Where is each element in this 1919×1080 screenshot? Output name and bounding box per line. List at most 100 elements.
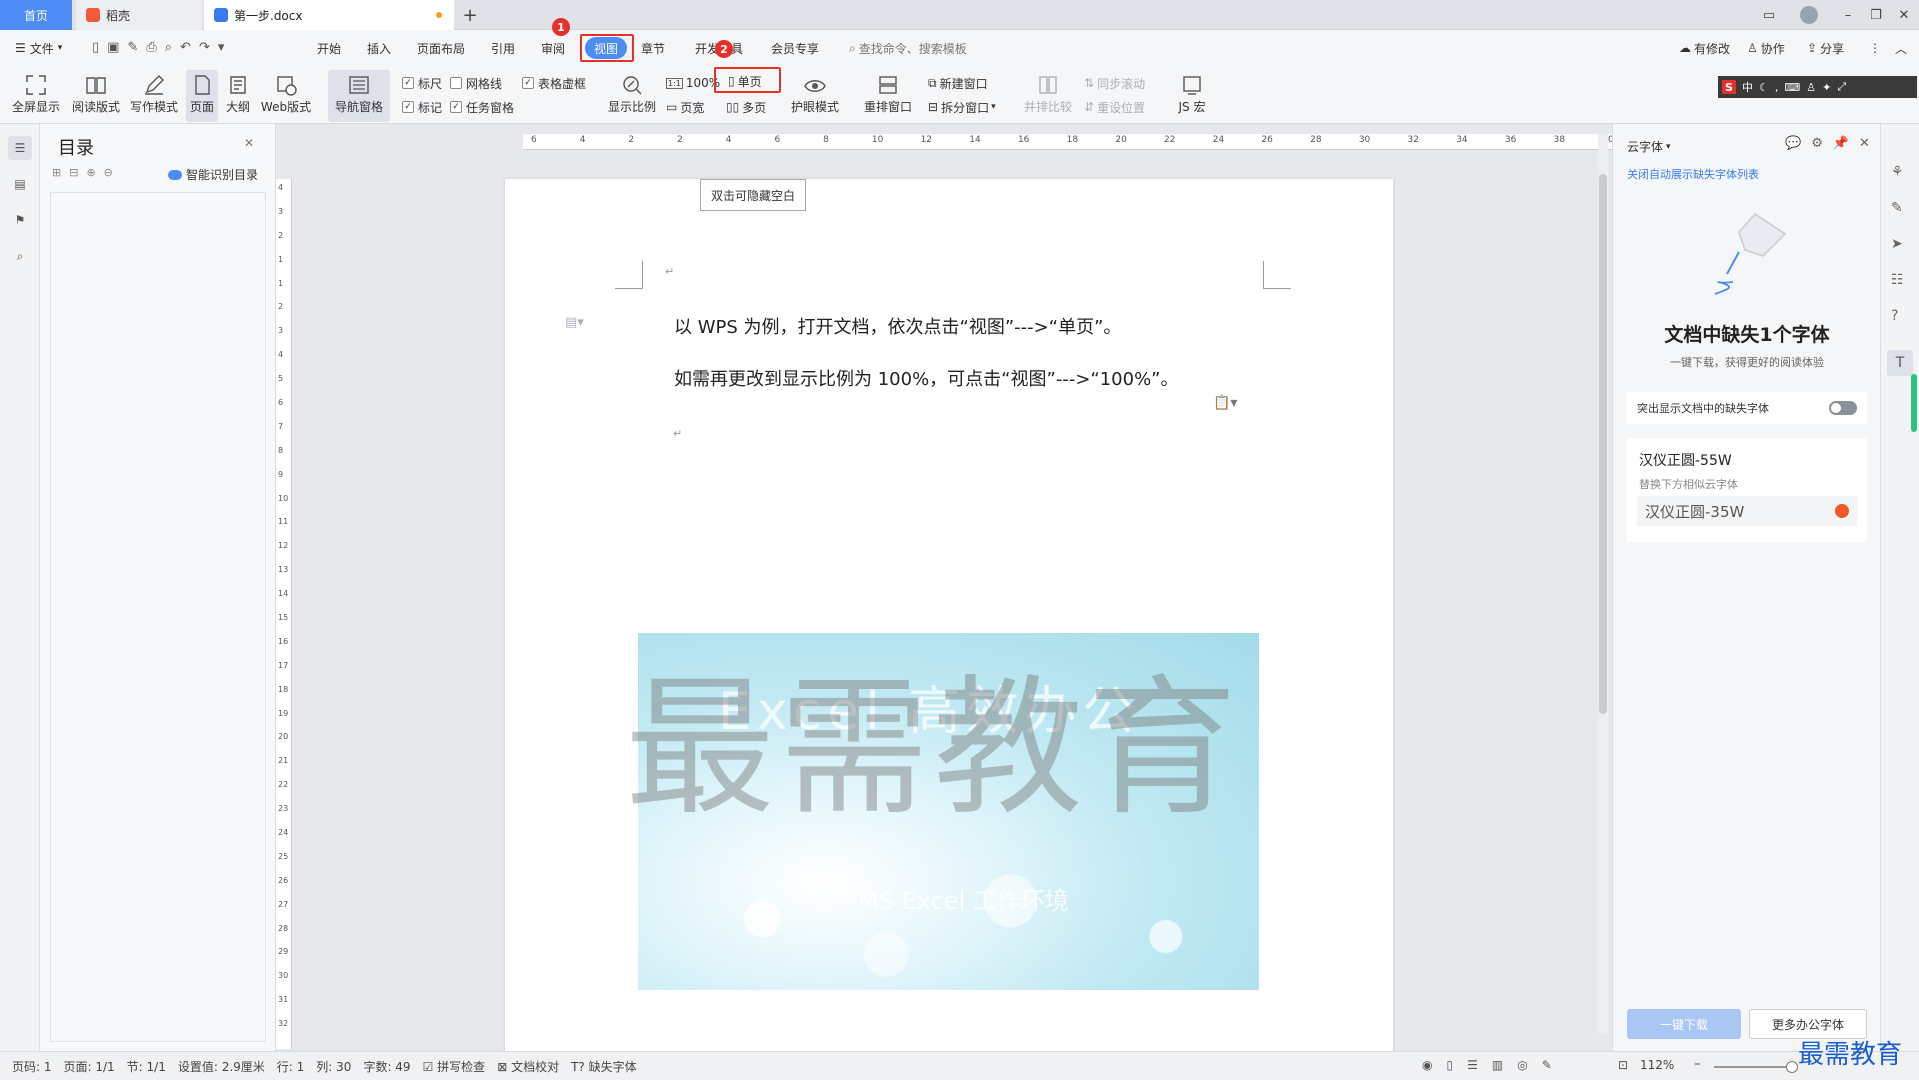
menu-page-layout[interactable]: 页面布局 — [410, 37, 472, 59]
gridlines-checkbox[interactable]: 网格线 — [450, 74, 502, 92]
page-view-icon[interactable]: ▯ — [1446, 1058, 1453, 1072]
writing-mode-button[interactable]: 写作模式 — [128, 72, 180, 115]
horizontal-ruler[interactable]: 6 4 2 2 4 6 8 10 12 14 16 18 20 22 24 26 28 30 32 34 36 38 40 — [523, 134, 1653, 150]
table-gridlines-checkbox[interactable]: ✓ 表格虚框 — [522, 74, 586, 92]
new-tab-button[interactable]: + — [458, 5, 482, 26]
highlight-missing-toggle[interactable] — [1829, 401, 1857, 415]
ruler-checkbox[interactable]: ✓ 标尺 — [402, 74, 442, 92]
vertical-ruler[interactable]: 4 3 2 1 1 2 3 4 5 6 7 8 9 10 11 12 13 14 15 16 17 18 19 20 21 22 2… — [276, 179, 292, 1049]
page-layout-button[interactable]: 页面 — [186, 70, 218, 122]
edit-icon[interactable]: ✎ — [1891, 200, 1903, 216]
cloud-font-header[interactable]: 云字体 ▾ — [1627, 138, 1671, 155]
missing-font-button[interactable]: T? 缺失字体 — [571, 1058, 637, 1075]
doc-proof-button[interactable]: ⊠ 文档校对 — [497, 1058, 559, 1075]
fullscreen-button[interactable]: 全屏显示 — [10, 72, 62, 115]
reading-layout-button[interactable]: 阅读版式 — [70, 72, 122, 115]
status-word-count[interactable]: 字数: 49 — [363, 1058, 410, 1075]
vertical-scrollbar[interactable] — [1598, 134, 1608, 1034]
split-window-button[interactable]: ⊟ 拆分窗口 ▾ — [928, 98, 996, 116]
font-t-icon[interactable]: T — [1887, 350, 1913, 376]
zoom-slider[interactable] — [1714, 1061, 1798, 1073]
spell-check-button[interactable]: ☑ 拼写检查 — [423, 1058, 486, 1075]
undo-icon[interactable]: ↶ — [180, 40, 191, 55]
doc-line-2[interactable]: 如需再更改到显示比例为 100%，可点击“视图”--->“100%”。 — [674, 365, 1179, 391]
web-layout-button[interactable]: Web版式 — [258, 72, 314, 115]
single-page-button[interactable]: ▯ 单页 — [728, 72, 762, 90]
collapse-ribbon-icon[interactable]: ︿ — [1888, 37, 1914, 59]
bookmark-icon[interactable]: ⚑ — [8, 208, 32, 232]
close-window-button[interactable]: ✕ — [1892, 5, 1916, 25]
collapse-all-icon[interactable]: ⊟ — [69, 166, 78, 179]
more-options-icon[interactable]: ⋮ — [1862, 37, 1888, 59]
arrange-windows-button[interactable]: 重排窗口 — [858, 72, 918, 115]
menu-member[interactable]: 会员专享 — [764, 37, 826, 59]
replacement-font-option[interactable]: 汉仪正圆-35W — [1637, 496, 1857, 526]
help-icon[interactable]: ? — [1891, 308, 1898, 324]
menu-chapter[interactable]: 章节 — [634, 37, 672, 59]
status-column[interactable]: 列: 30 — [316, 1058, 351, 1075]
changes-button[interactable]: ☁ 有修改 — [1672, 37, 1737, 59]
command-search[interactable]: ⌕ 查找命令、搜索模板 — [842, 37, 974, 59]
document-page[interactable]: 双击可隐藏空白 ↵ ▤▾ 以 WPS 为例，打开文档，依次点击“视图”--->“… — [505, 179, 1393, 1059]
menu-insert[interactable]: 插入 — [360, 37, 398, 59]
search-icon[interactable]: ⌕ — [8, 244, 32, 268]
page-width-button[interactable]: ▭ 页宽 — [666, 98, 704, 116]
status-setting[interactable]: 设置值: 2.9厘米 — [178, 1058, 265, 1075]
file-menu[interactable]: ☰ 文件 ▾ — [8, 37, 69, 59]
status-row[interactable]: 行: 1 — [277, 1058, 305, 1075]
tab-home[interactable]: 首页 — [0, 0, 72, 30]
print-preview-icon[interactable]: ⌕ — [165, 40, 172, 55]
reset-position-button[interactable]: ⇵ 重设位置 — [1084, 98, 1145, 116]
menu-review[interactable]: 审阅 — [534, 37, 572, 59]
print-icon[interactable]: ⎙ — [146, 40, 156, 55]
window-layout-icon[interactable]: ▭ — [1757, 5, 1781, 25]
one-click-download-button[interactable]: 一键下载 — [1627, 1009, 1741, 1039]
close-auto-show-link[interactable]: 关闭自动展示缺失字体列表 — [1627, 166, 1759, 182]
chat-icon[interactable]: 💬 — [1785, 136, 1801, 151]
toc-pane-icon[interactable]: ☰ — [8, 136, 32, 160]
save-icon[interactable]: ▣ — [107, 40, 119, 55]
menu-references[interactable]: 引用 — [484, 37, 522, 59]
gear-icon[interactable]: ⚙ — [1811, 136, 1823, 151]
redo-icon[interactable]: ↷ — [199, 40, 210, 55]
side-by-side-button[interactable]: 并排比较 — [1022, 72, 1074, 115]
js-macro-button[interactable]: JS 宏 — [1168, 72, 1216, 115]
doc-line-1[interactable]: 以 WPS 为例，打开文档，依次点击“视图”--->“单页”。 — [674, 313, 1121, 339]
ime-toolbar[interactable]: S 中 ☾ , ⌨ ♙ ✦ ⤢ — [1718, 76, 1917, 98]
close-icon[interactable]: ✕ — [1859, 136, 1870, 151]
reading-view-icon[interactable]: ▥ — [1492, 1058, 1503, 1072]
zoom-100-button[interactable]: 1:1 100% — [666, 74, 720, 92]
green-side-handle[interactable] — [1911, 374, 1917, 432]
zoom-button[interactable]: 显示比例 — [606, 72, 658, 115]
new-window-button[interactable]: ⧉ 新建窗口 — [928, 74, 988, 92]
zoom-slider-thumb[interactable] — [1786, 1061, 1798, 1073]
nav-pane-button[interactable]: 导航窗格 — [328, 70, 390, 122]
write-view-icon[interactable]: ✎ — [1542, 1058, 1552, 1072]
cursor-icon[interactable]: ➤ — [1891, 236, 1903, 252]
restore-button[interactable]: ❐ — [1864, 5, 1888, 25]
sync-scroll-button[interactable]: ⇅ 同步滚动 — [1084, 74, 1145, 92]
status-page-number[interactable]: 页码: 1 — [12, 1058, 52, 1075]
avatar[interactable] — [1800, 6, 1818, 24]
zoom-level[interactable]: 112% — [1640, 1058, 1674, 1072]
marks-checkbox[interactable]: ✓ 标记 — [402, 98, 442, 116]
outline-view-icon[interactable]: ☰ — [1467, 1058, 1478, 1072]
more-icon[interactable]: ▾ — [218, 40, 225, 55]
collab-button[interactable]: ♙ 协作 — [1740, 37, 1792, 59]
eye-care-status-icon[interactable]: ◉ — [1422, 1058, 1432, 1072]
paste-options-icon[interactable]: 📋▾ — [1213, 395, 1237, 411]
menu-view[interactable]: 视图 — [585, 37, 628, 59]
menu-start[interactable]: 开始 — [310, 37, 348, 59]
format-painter-icon[interactable]: ✎ — [127, 40, 138, 55]
outline-button[interactable]: 大纲 — [222, 72, 254, 115]
add-heading-icon[interactable]: ⊕ — [86, 166, 95, 179]
fit-page-icon[interactable]: ⊡ — [1618, 1058, 1628, 1072]
multi-page-button[interactable]: ▯▯ 多页 — [726, 98, 766, 116]
share-button[interactable]: ⇪ 分享 — [1800, 37, 1851, 59]
close-icon[interactable]: ✕ — [244, 136, 254, 150]
web-view-icon[interactable]: ◎ — [1517, 1058, 1527, 1072]
status-section[interactable]: 节: 1/1 — [127, 1058, 166, 1075]
zoom-out-icon[interactable]: – — [1694, 1056, 1701, 1072]
smart-toc-button[interactable]: 智能识别目录 — [168, 166, 258, 183]
expand-all-icon[interactable]: ⊞ — [52, 166, 61, 179]
